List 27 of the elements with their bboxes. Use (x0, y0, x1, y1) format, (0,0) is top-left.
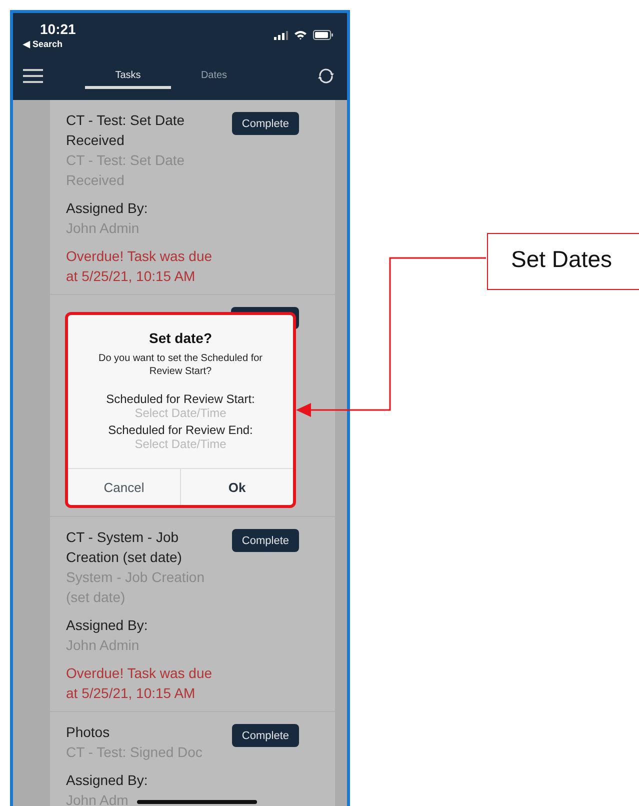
menu-icon[interactable] (23, 69, 43, 83)
overdue-text: Overdue! Task was due at 5/25/21, 10:15 AM (66, 664, 214, 703)
back-link[interactable]: ◀ Search (23, 39, 76, 49)
task-title: CT - Test: Set Date Received (66, 111, 186, 150)
ok-button[interactable]: Ok (180, 469, 293, 505)
nav-tab[interactable]: Dates (171, 64, 257, 88)
complete-button[interactable]: Complete (232, 529, 299, 552)
battery-icon (313, 30, 333, 40)
date-field-label: Scheduled for Review End: (108, 423, 253, 437)
task-title: CT - System - Job Creation (set date) (66, 528, 183, 567)
wifi-icon (294, 30, 307, 40)
task-title: Photos (66, 723, 111, 742)
assigned-label: Assigned By: (66, 771, 149, 790)
dialog-title: Set date? (148, 330, 212, 346)
status-time: 10:21 (39, 21, 76, 37)
cancel-button[interactable]: Cancel (68, 469, 180, 505)
sync-icon[interactable] (317, 67, 335, 85)
signal-icon (274, 30, 288, 40)
assigned-label: Assigned By: (66, 199, 149, 218)
overdue-text: Overdue! Task was due at 5/25/21, 10:15 AM (66, 247, 214, 286)
dialog-message: Do you want to set the Scheduled for Review Start? (98, 352, 264, 378)
assigned-label: Assigned By: (66, 616, 149, 635)
nav-tab[interactable]: Tasks (85, 64, 171, 88)
complete-button[interactable]: Complete (232, 112, 299, 135)
callout-label: Set Dates (487, 233, 639, 290)
date-field-label: Scheduled for Review Start: (106, 392, 255, 406)
complete-button[interactable]: Complete (232, 724, 299, 747)
